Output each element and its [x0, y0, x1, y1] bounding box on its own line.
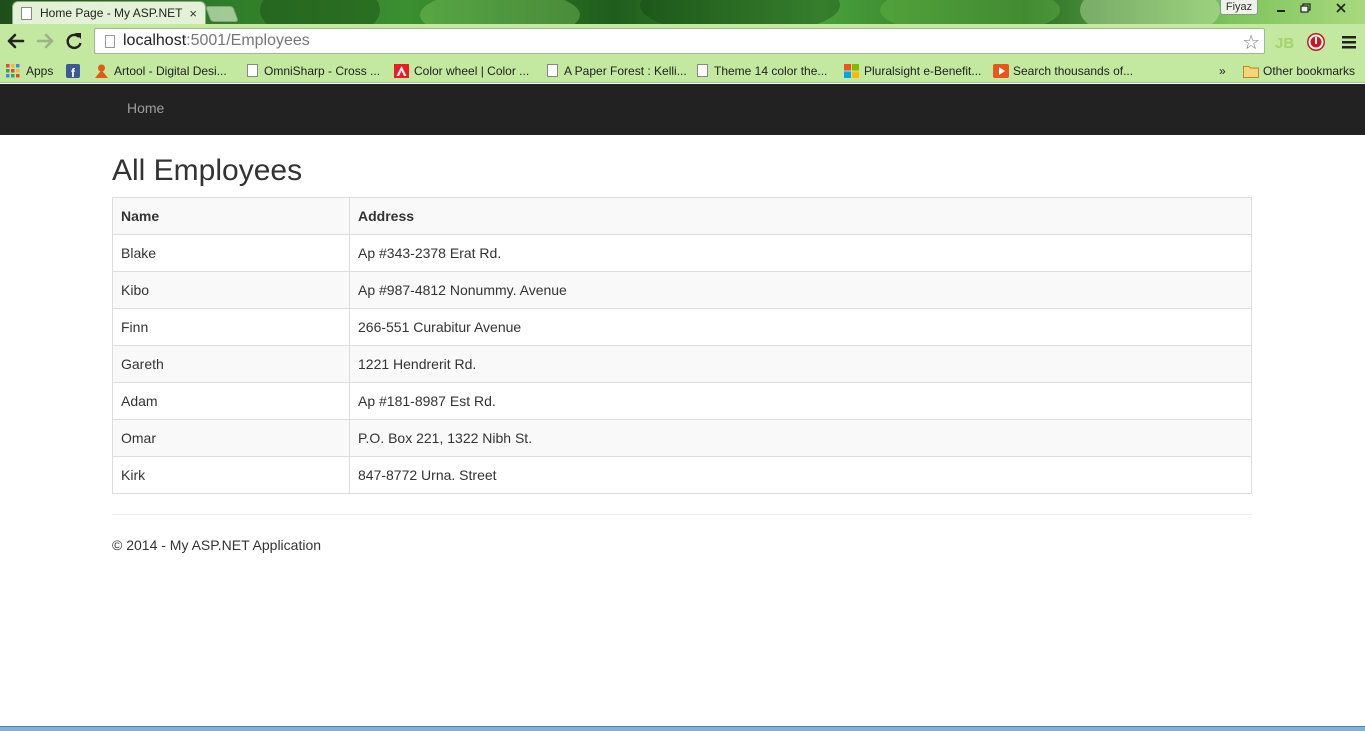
other-bookmarks-folder[interactable]: Other bookmarks — [1243, 61, 1355, 80]
bookmark-artool[interactable]: Artool - Digital Desi... — [94, 61, 227, 80]
restore-icon[interactable] — [1292, 0, 1318, 15]
bookmark-label: OmniSharp - Cross ... — [264, 63, 381, 78]
bookmarks-bar: Apps f Artool - Digital Desi... OmniShar… — [0, 58, 1365, 83]
employee-address: 266-551 Curabitur Avenue — [349, 308, 1252, 346]
column-header-name: Name — [112, 197, 350, 235]
microsoft-icon — [844, 63, 859, 78]
footer-divider — [112, 514, 1252, 515]
bookmark-label: Apps — [26, 63, 54, 78]
tab-title: Home Page - My ASP.NET — [40, 6, 183, 20]
bookmark-label: A Paper Forest : Kelli... — [564, 63, 687, 78]
employee-address: Ap #181-8987 Est Rd. — [349, 382, 1252, 420]
bookmark-label: Artool - Digital Desi... — [114, 63, 227, 78]
table-row: Omar P.O. Box 221, 1322 Nibh St. — [112, 419, 1252, 457]
employee-name: Gareth — [112, 345, 350, 383]
bookmark-label: Pluralsight e-Benefit... — [864, 63, 982, 78]
new-tab-button[interactable] — [205, 6, 239, 22]
back-arrow-icon[interactable] — [4, 29, 28, 53]
bookmark-label: Other bookmarks — [1263, 63, 1356, 78]
minimize-icon[interactable] — [1268, 0, 1294, 15]
employee-address: Ap #343-2378 Erat Rd. — [349, 234, 1252, 272]
employee-name: Adam — [112, 382, 350, 420]
bookmarks-overflow-button[interactable]: » — [1219, 61, 1226, 80]
browser-toolbar: localhost:5001/Employees ☆ JB — [0, 24, 1365, 58]
table-row: Gareth 1221 Hendrerit Rd. — [112, 345, 1252, 383]
table-row: Blake Ap #343-2378 Erat Rd. — [112, 234, 1252, 272]
svg-text:JB: JB — [1275, 35, 1294, 51]
table-row: Finn 266-551 Curabitur Avenue — [112, 308, 1252, 346]
chevron-double-right-icon: » — [1219, 63, 1226, 78]
browser-tab[interactable]: Home Page - My ASP.NET × — [12, 1, 206, 24]
employee-address: 847-8772 Urna. Street — [349, 456, 1252, 494]
menu-icon[interactable] — [1338, 31, 1360, 53]
employee-address: P.O. Box 221, 1322 Nibh St. — [349, 419, 1252, 457]
bookmark-pluralsight[interactable]: Pluralsight e-Benefit... — [844, 61, 981, 80]
page-icon — [105, 34, 115, 48]
employee-address: Ap #987-4812 Nonummy. Avenue — [349, 271, 1252, 309]
bookmark-label: Theme 14 color the... — [714, 63, 828, 78]
adblock-extension-icon[interactable] — [1305, 31, 1327, 53]
page-icon — [247, 64, 258, 77]
url-host: localhost — [123, 32, 187, 49]
column-header-address: Address — [349, 197, 1252, 235]
employee-name: Blake — [112, 234, 350, 272]
bookmark-label: Search thousands of... — [1013, 63, 1134, 78]
bookmark-search-thousands[interactable]: Search thousands of... — [993, 61, 1133, 80]
employee-address: 1221 Hendrerit Rd. — [349, 345, 1252, 383]
table-row: Kirk 847-8772 Urna. Street — [112, 456, 1252, 494]
site-navbar: Home — [0, 84, 1365, 135]
reload-icon[interactable] — [62, 29, 86, 53]
url-path: :5001/Employees — [186, 32, 310, 49]
profile-button[interactable]: Fiyaz — [1220, 0, 1258, 15]
nav-home-link[interactable]: Home — [127, 100, 164, 116]
bookmark-star-icon[interactable]: ☆ — [1242, 30, 1260, 55]
employees-table: Name Address Blake Ap #343-2378 Erat Rd.… — [112, 197, 1252, 494]
facebook-icon: f — [66, 63, 80, 80]
table-row: Kibo Ap #987-4812 Nonummy. Avenue — [112, 271, 1252, 309]
browser-titlebar: Home Page - My ASP.NET × Fiyaz — [0, 0, 1365, 24]
artool-icon — [94, 64, 108, 78]
address-bar[interactable]: localhost:5001/Employees ☆ — [94, 28, 1265, 54]
page-icon — [697, 64, 708, 77]
bookmark-facebook[interactable]: f — [66, 61, 86, 80]
folder-icon — [1243, 64, 1259, 78]
close-tab-icon[interactable]: × — [189, 6, 197, 21]
bookmark-apps[interactable]: Apps — [6, 61, 53, 80]
footer-copyright: © 2014 - My ASP.NET Application — [112, 537, 322, 553]
play-icon — [993, 63, 1009, 78]
employee-name: Omar — [112, 419, 350, 457]
bookmark-color-wheel[interactable]: Color wheel | Color ... — [394, 61, 529, 80]
bookmark-omnisharp[interactable]: OmniSharp - Cross ... — [247, 61, 380, 80]
jetbrains-extension-icon[interactable]: JB — [1273, 31, 1295, 53]
bookmark-paper-forest[interactable]: A Paper Forest : Kelli... — [547, 61, 687, 80]
os-taskbar — [0, 726, 1365, 731]
adobe-icon — [394, 63, 409, 78]
table-row: Adam Ap #181-8987 Est Rd. — [112, 382, 1252, 420]
page-icon — [21, 6, 32, 20]
table-header-row: Name Address — [112, 197, 1252, 235]
apps-grid-icon — [6, 63, 20, 78]
forward-arrow-icon[interactable] — [33, 29, 57, 53]
page-icon — [547, 64, 558, 77]
close-window-icon[interactable] — [1326, 0, 1356, 15]
bookmark-label: Color wheel | Color ... — [414, 63, 530, 78]
bookmark-theme-14[interactable]: Theme 14 color the... — [697, 61, 827, 80]
page-title: All Employees — [112, 154, 303, 187]
employee-name: Kibo — [112, 271, 350, 309]
employee-name: Finn — [112, 308, 350, 346]
employee-name: Kirk — [112, 456, 350, 494]
